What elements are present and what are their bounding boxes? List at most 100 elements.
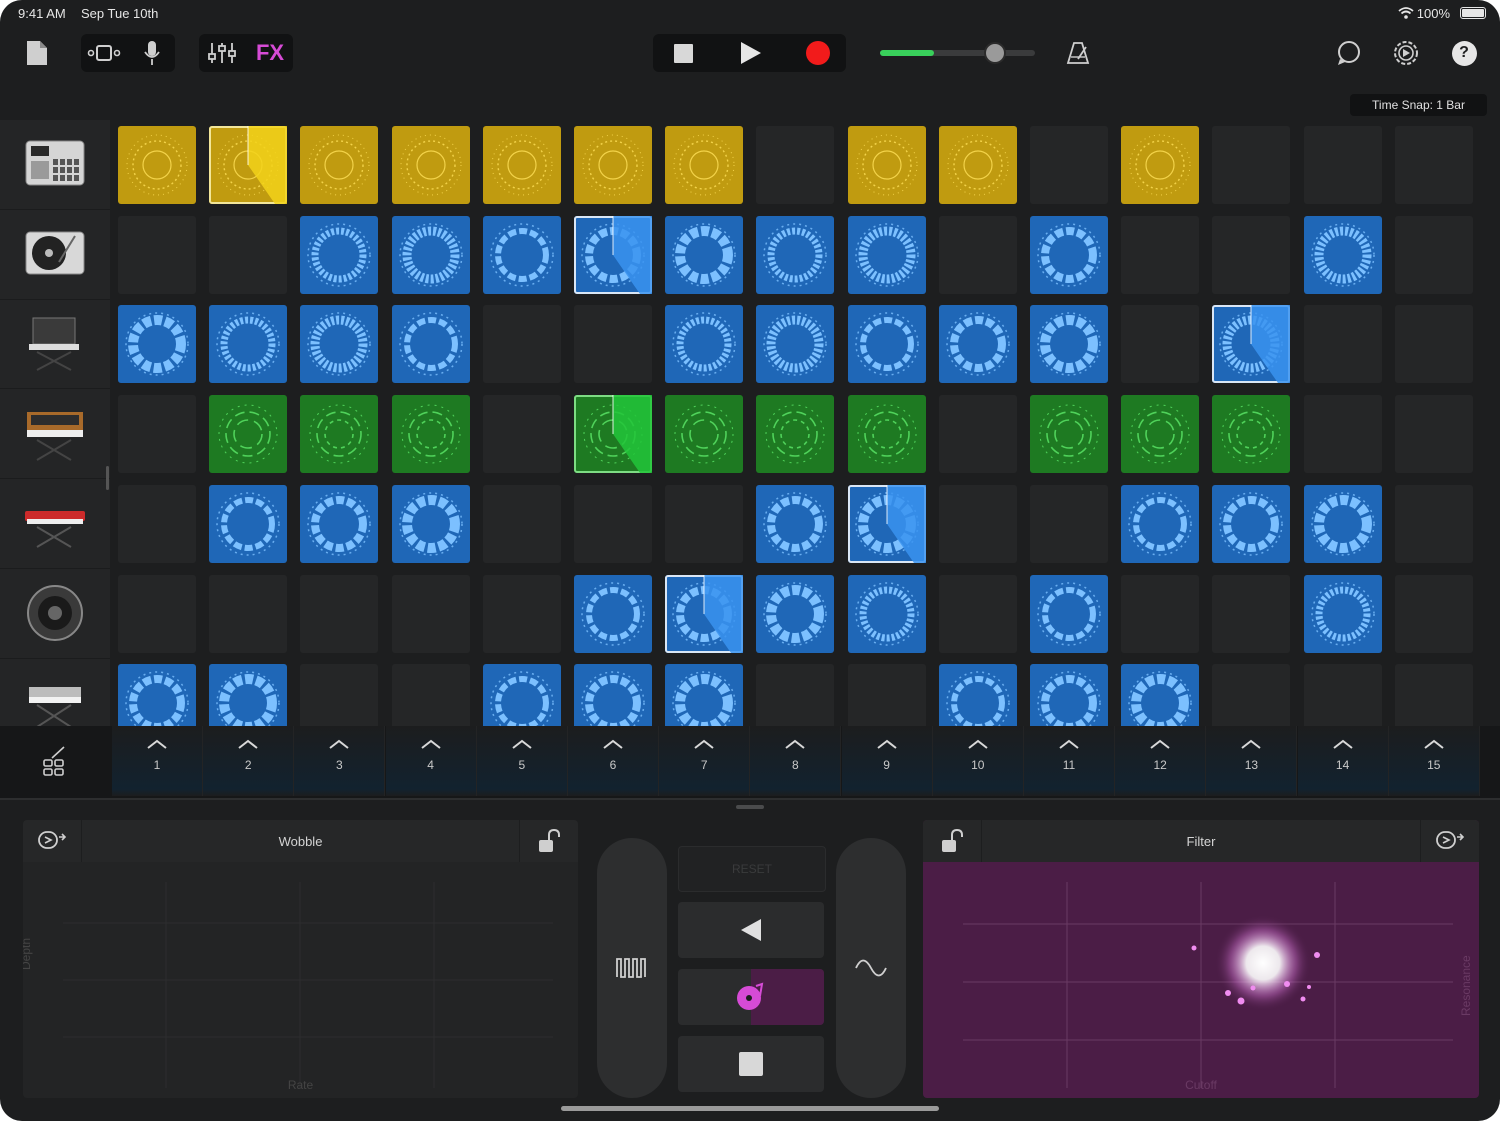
loop-cell[interactable] xyxy=(1303,484,1382,563)
loop-cell[interactable] xyxy=(209,484,288,563)
loop-cell[interactable] xyxy=(756,215,835,294)
empty-cell[interactable] xyxy=(1394,664,1473,726)
loop-cell[interactable] xyxy=(300,215,379,294)
loop-cell[interactable] xyxy=(847,395,926,474)
empty-cell[interactable] xyxy=(1394,395,1473,474)
metronome-icon[interactable] xyxy=(1062,37,1094,69)
column-trigger-5[interactable]: 5 xyxy=(476,726,568,796)
time-snap-button[interactable]: Time Snap: 1 Bar xyxy=(1350,94,1487,116)
instrument-drum-machine[interactable] xyxy=(0,120,110,210)
loop-cell[interactable] xyxy=(391,215,470,294)
column-trigger-10[interactable]: 10 xyxy=(932,726,1024,796)
loop-cell-playing[interactable] xyxy=(209,126,288,204)
loop-cell[interactable] xyxy=(847,305,926,384)
view-toggle-icon[interactable] xyxy=(84,37,124,69)
empty-cell[interactable] xyxy=(1303,395,1382,474)
loop-cell[interactable] xyxy=(118,664,196,726)
empty-cell[interactable] xyxy=(482,574,561,653)
loop-cell[interactable] xyxy=(574,574,652,653)
loop-cell[interactable] xyxy=(482,215,561,294)
loop-cell[interactable] xyxy=(1121,395,1200,474)
instrument-retro-synth[interactable] xyxy=(0,389,110,480)
empty-cell[interactable] xyxy=(300,664,379,726)
empty-cell[interactable] xyxy=(1212,215,1291,294)
instrument-red-keyboard[interactable] xyxy=(0,479,110,569)
instrument-column-resize-handle[interactable] xyxy=(106,466,109,490)
loop-cell[interactable] xyxy=(938,305,1017,384)
loop-cell[interactable] xyxy=(118,126,196,204)
loop-cell[interactable] xyxy=(391,126,470,204)
left-pad-lock-icon[interactable] xyxy=(519,820,578,862)
loop-cell[interactable] xyxy=(1030,574,1108,653)
empty-cell[interactable] xyxy=(118,484,196,563)
loop-cell[interactable] xyxy=(391,305,470,384)
empty-cell[interactable] xyxy=(938,215,1017,294)
loop-cell[interactable] xyxy=(847,215,926,294)
loop-cell[interactable] xyxy=(665,664,744,726)
empty-cell[interactable] xyxy=(209,574,288,653)
loop-cell[interactable] xyxy=(1212,484,1291,563)
loop-cell[interactable] xyxy=(1212,395,1291,474)
reverse-button[interactable] xyxy=(678,902,824,958)
empty-cell[interactable] xyxy=(1121,215,1200,294)
loop-cell[interactable] xyxy=(665,305,744,384)
loop-cell[interactable] xyxy=(1121,126,1200,204)
right-fx-pad[interactable]: Filter Cutoff Resonance xyxy=(923,820,1479,1098)
column-trigger-6[interactable]: 6 xyxy=(568,726,659,796)
loop-cell[interactable] xyxy=(574,664,652,726)
loop-cell[interactable] xyxy=(1030,664,1108,726)
loop-cell[interactable] xyxy=(209,664,288,726)
loop-cell[interactable] xyxy=(391,484,470,563)
empty-cell[interactable] xyxy=(1303,305,1382,384)
loop-cell[interactable] xyxy=(847,574,926,653)
loop-cell[interactable] xyxy=(938,664,1017,726)
loop-cell[interactable] xyxy=(300,484,379,563)
instrument-turntable[interactable] xyxy=(0,210,110,300)
settings-icon[interactable] xyxy=(1390,37,1422,69)
loop-cell[interactable] xyxy=(938,126,1017,204)
empty-cell[interactable] xyxy=(574,305,652,384)
column-trigger-14[interactable]: 14 xyxy=(1297,726,1389,796)
empty-cell[interactable] xyxy=(1121,305,1200,384)
instrument-synth-stand[interactable] xyxy=(0,299,110,390)
empty-cell[interactable] xyxy=(118,215,196,294)
fx-button[interactable]: FX xyxy=(250,37,290,69)
loop-cell[interactable] xyxy=(1303,574,1382,653)
column-trigger-7[interactable]: 7 xyxy=(659,726,751,796)
empty-cell[interactable] xyxy=(1030,126,1108,204)
edit-grid-icon[interactable] xyxy=(0,726,110,796)
empty-cell[interactable] xyxy=(665,484,744,563)
sine-pill[interactable] xyxy=(836,838,906,1098)
loop-cell[interactable] xyxy=(756,574,835,653)
document-icon[interactable] xyxy=(22,38,52,68)
loop-cell-playing[interactable] xyxy=(1212,305,1291,384)
loop-cell[interactable] xyxy=(756,484,835,563)
instrument-keyboard[interactable] xyxy=(0,658,110,726)
loop-cell-playing[interactable] xyxy=(665,574,744,653)
empty-cell[interactable] xyxy=(1394,484,1473,563)
loop-cell[interactable] xyxy=(756,395,835,474)
left-fx-pad[interactable]: Wobble Rate Depth xyxy=(23,820,578,1098)
loop-cell[interactable] xyxy=(1121,484,1200,563)
empty-cell[interactable] xyxy=(756,126,835,204)
column-trigger-15[interactable]: 15 xyxy=(1388,726,1480,796)
loop-cell[interactable] xyxy=(300,126,379,204)
loop-cell[interactable] xyxy=(756,305,835,384)
column-trigger-2[interactable]: 2 xyxy=(203,726,295,796)
empty-cell[interactable] xyxy=(482,484,561,563)
empty-cell[interactable] xyxy=(938,484,1017,563)
empty-cell[interactable] xyxy=(391,664,470,726)
loop-cell[interactable] xyxy=(1030,305,1108,384)
empty-cell[interactable] xyxy=(1394,126,1473,204)
loop-cell-playing[interactable] xyxy=(847,484,926,563)
empty-cell[interactable] xyxy=(300,574,379,653)
panel-drag-handle[interactable] xyxy=(736,805,764,809)
loop-cell[interactable] xyxy=(665,395,744,474)
empty-cell[interactable] xyxy=(847,664,926,726)
loop-cell[interactable] xyxy=(300,305,379,384)
loop-cell[interactable] xyxy=(1030,215,1108,294)
empty-cell[interactable] xyxy=(938,574,1017,653)
column-trigger-8[interactable]: 8 xyxy=(750,726,842,796)
loop-cell[interactable] xyxy=(665,215,744,294)
right-pad-effect-select-icon[interactable] xyxy=(1420,820,1479,862)
